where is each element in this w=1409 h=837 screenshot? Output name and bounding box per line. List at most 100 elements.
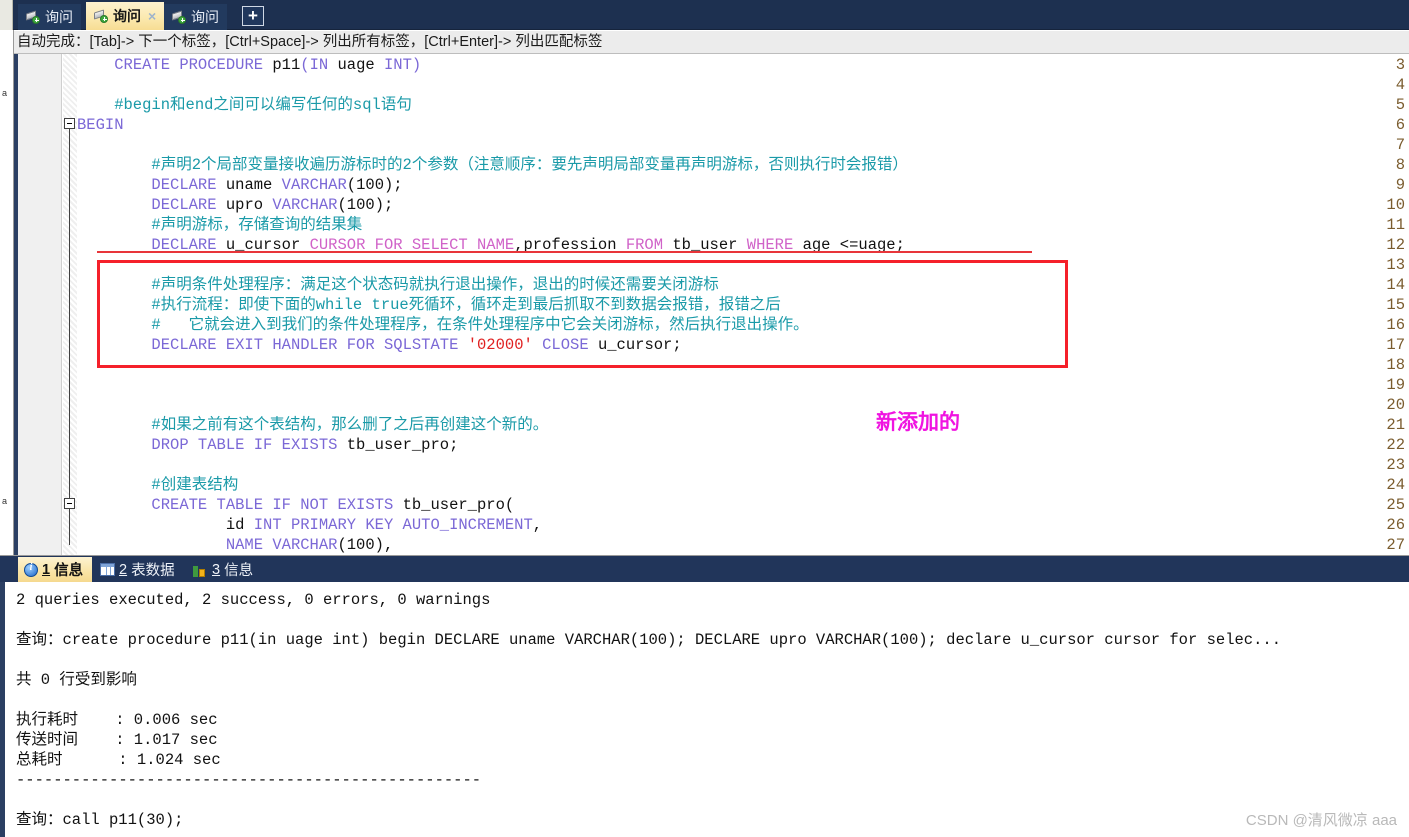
- code-text-area[interactable]: CREATE PROCEDURE p11(IN uage INT) #begin…: [77, 54, 1409, 555]
- tabbar-left-edge: [0, 0, 13, 30]
- code-token-plain: uname: [216, 176, 282, 194]
- sql-code-editor[interactable]: 3 4 5 6 7 8 9 10 11 12 13 14 15 16 17 18 19 20 21 22 23 24 25 2…: [14, 54, 1409, 555]
- code-token-kw: CREATE PROCEDURE: [114, 56, 273, 74]
- code-line[interactable]: NAME VARCHAR(100),: [77, 535, 393, 555]
- code-token-plain: tb_user_pro;: [337, 436, 459, 454]
- code-token-cm: #声明游标，存储查询的结果集: [77, 216, 363, 234]
- code-token-cm: #创建表结构: [77, 476, 239, 494]
- code-token-kw: INT: [384, 56, 412, 74]
- results-panel: 1信息2表数据3信息 2 queries executed, 2 success…: [0, 555, 1409, 837]
- result-tab-label: 信息: [54, 563, 84, 579]
- code-token-plain: ,: [532, 516, 543, 534]
- code-token-plain: upro: [216, 196, 273, 214]
- code-token-str: '02000': [467, 336, 533, 354]
- code-token-kw: (: [300, 56, 310, 74]
- code-line[interactable]: #声明条件处理程序：满足这个状态码就执行退出操作，退出的时候还需要关闭游标: [77, 275, 718, 295]
- code-token-plain: (100);: [337, 196, 394, 214]
- code-token-kw: IN: [309, 56, 329, 74]
- code-line[interactable]: #声明2个局部变量接收遍历游标时的2个参数（注意顺序：要先声明局部变量再声明游标…: [77, 155, 908, 175]
- code-token-kw: DECLARE: [151, 196, 217, 214]
- sql-editor-window: 询问 询问 × 询问 + 自动完成：[Tab]-> 下一个标签，[Ctrl+Space…: [0, 0, 1409, 837]
- editor-tab-label: 询问: [45, 9, 73, 25]
- code-token-plain: uage: [328, 56, 384, 74]
- new-tab-button[interactable]: +: [242, 6, 264, 26]
- code-token-plain: p11: [272, 56, 301, 74]
- results-accent-bar: [0, 582, 5, 837]
- editor-left-margin-strip: a a: [0, 30, 14, 555]
- fold-guide-line: [69, 129, 70, 545]
- result-tab-label: 表数据: [131, 563, 175, 579]
- csdn-watermark: CSDN @清风微凉 aaa: [1245, 812, 1397, 829]
- fold-toggle-create-table[interactable]: [64, 498, 75, 509]
- code-token-cm: #声明2个局部变量接收遍历游标时的2个参数（注意顺序：要先声明局部变量再声明游标…: [77, 156, 908, 174]
- code-line[interactable]: CREATE PROCEDURE p11(IN uage INT): [77, 55, 421, 75]
- editor-tab-2[interactable]: 询问 ×: [86, 2, 165, 30]
- result-tab-2[interactable]: 2 表数据: [94, 557, 184, 582]
- code-token-cm: # 它就会进入到我们的条件处理程序，在条件处理程序中它会关闭游标，然后执行退出操…: [77, 316, 809, 334]
- result-tab-number: 2: [119, 561, 128, 578]
- query-tab-icon: [25, 10, 40, 24]
- line-number-gutter: [14, 54, 62, 555]
- code-token-cm: #如果之前有这个表结构，那么删了之后再创建这个新的。: [77, 416, 549, 434]
- code-token-kw: CREATE TABLE IF NOT EXISTS: [151, 496, 394, 514]
- code-line[interactable]: DROP TABLE IF EXISTS tb_user_pro;: [77, 435, 458, 455]
- close-icon[interactable]: ×: [148, 8, 156, 24]
- chart-icon: [192, 563, 208, 577]
- result-output-line: 传送时间 : 1.017 sec: [16, 731, 218, 749]
- query-tab-icon: [93, 9, 108, 23]
- editor-tab-1[interactable]: 询问: [18, 4, 81, 30]
- code-line[interactable]: BEGIN: [77, 115, 124, 135]
- code-token-plain: (100);: [346, 176, 403, 194]
- code-line[interactable]: id INT PRIMARY KEY AUTO_INCREMENT,: [77, 515, 542, 535]
- code-token-plain: tb_user_pro(: [393, 496, 515, 514]
- editor-tab-3[interactable]: 询问: [164, 4, 227, 30]
- result-output-line: 执行耗时 : 0.006 sec: [16, 711, 218, 729]
- results-message-output[interactable]: 2 queries executed, 2 success, 0 errors,…: [0, 582, 1409, 837]
- results-tabbar: 1信息2表数据3信息: [0, 556, 1409, 582]
- code-line[interactable]: #begin和end之间可以编写任何的sql语句: [77, 95, 412, 115]
- editor-tab-label: 询问: [191, 9, 219, 25]
- code-line[interactable]: DECLARE EXIT HANDLER FOR SQLSTATE '02000…: [77, 335, 681, 355]
- code-line[interactable]: #创建表结构: [77, 475, 238, 495]
- autocomplete-hint-bar: 自动完成：[Tab]-> 下一个标签，[Ctrl+Space]-> 列出所有标签…: [14, 31, 1409, 54]
- code-token-kw: INT PRIMARY KEY AUTO_INCREMENT: [253, 516, 533, 534]
- code-token-kw: CLOSE: [542, 336, 589, 354]
- margin-mark: a: [2, 88, 8, 98]
- result-tab-1[interactable]: 1信息: [18, 557, 93, 582]
- code-token-kw: VARCHAR: [281, 176, 347, 194]
- result-tab-label: 信息: [224, 563, 254, 579]
- code-line[interactable]: CREATE TABLE IF NOT EXISTS tb_user_pro(: [77, 495, 514, 515]
- code-token-kw: DECLARE EXIT HANDLER FOR SQLSTATE: [151, 336, 459, 354]
- editor-tab-label: 询问: [113, 8, 141, 24]
- result-tab-number: 3: [212, 561, 221, 578]
- result-output-line: ----------------------------------------…: [16, 771, 482, 789]
- code-line[interactable]: #声明游标，存储查询的结果集: [77, 215, 362, 235]
- code-token-plain: id: [77, 516, 254, 534]
- code-line[interactable]: DECLARE uname VARCHAR(100);: [77, 175, 403, 195]
- result-output-line: 总耗时 : 1.024 sec: [16, 751, 221, 769]
- result-tab-3[interactable]: 3 信息: [186, 557, 262, 582]
- code-line[interactable]: # 它就会进入到我们的条件处理程序，在条件处理程序中它会关闭游标，然后执行退出操…: [77, 315, 809, 335]
- annotation-note-text: 新添加的: [876, 410, 960, 434]
- fold-toggle-begin[interactable]: [64, 118, 75, 129]
- code-token-cm: #执行流程：即使下面的while true死循环，循环走到最后抓取不到数据会报错…: [77, 296, 781, 314]
- code-line[interactable]: DECLARE upro VARCHAR(100);: [77, 195, 393, 215]
- gutter-accent-bar: [14, 54, 18, 555]
- code-token-kw: ): [411, 56, 422, 74]
- code-folding-column[interactable]: [63, 54, 77, 555]
- code-token-kw: NAME VARCHAR: [225, 536, 338, 554]
- code-token-kw: VARCHAR: [272, 196, 338, 214]
- code-line[interactable]: #如果之前有这个表结构，那么删了之后再创建这个新的。: [77, 415, 548, 435]
- code-line[interactable]: #执行流程：即使下面的while true死循环，循环走到最后抓取不到数据会报错…: [77, 295, 781, 315]
- result-output-line: 查询：create procedure p11(in uage int) beg…: [16, 631, 1281, 649]
- result-output-line: 2 queries executed, 2 success, 0 errors,…: [16, 591, 491, 609]
